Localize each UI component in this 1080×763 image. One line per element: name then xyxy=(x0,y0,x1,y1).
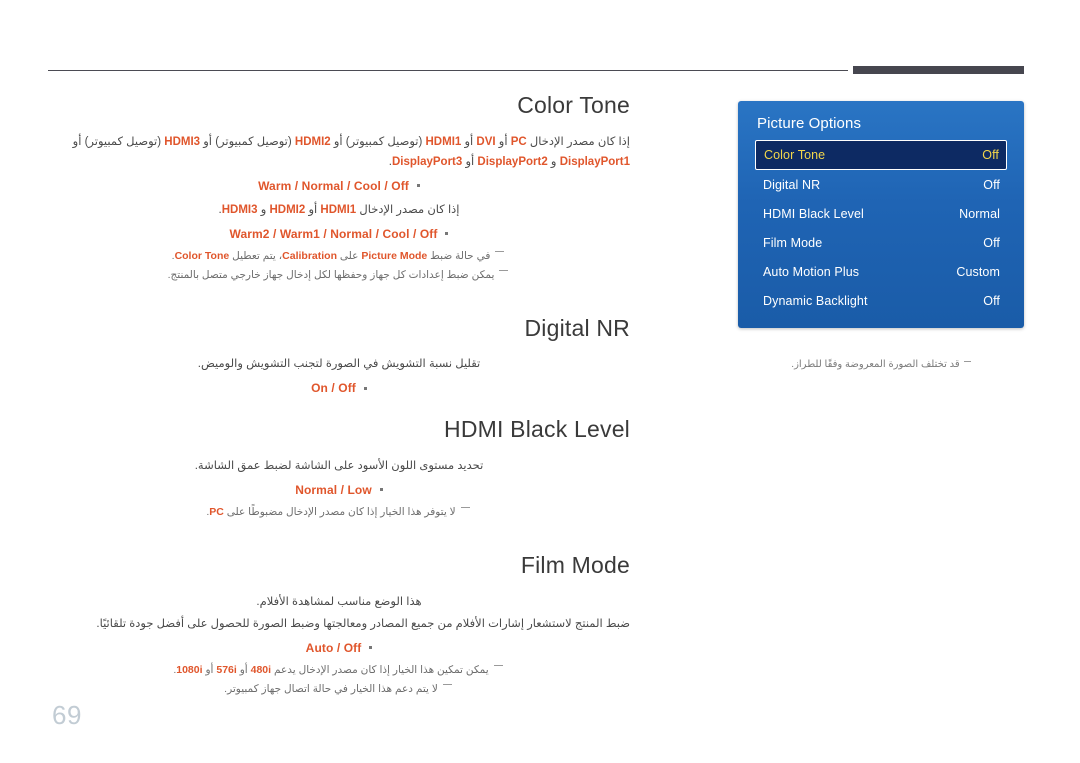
osd-picture-options-panel: Picture Options Color Tone Off Digital N… xyxy=(738,101,1024,328)
section-description: تقليل نسبة التشويش في الصورة لتجنب التشو… xyxy=(197,358,481,371)
section-note-2: يمكن ضبط إعدادات كل جهاز وحفظها لكل إدخا… xyxy=(48,267,630,285)
osd-row-film-mode[interactable]: Film Mode Off xyxy=(755,228,1007,257)
osd-row-value: Off xyxy=(983,293,1000,308)
osd-row-label: HDMI Black Level xyxy=(763,206,864,221)
osd-row-value: Off xyxy=(982,148,999,162)
bullet-icon xyxy=(445,232,449,236)
section-description: تحديد مستوى اللون الأسود على الشاشة لضبط… xyxy=(194,459,484,472)
section-note: يمكن تمكين هذا الخيار إذا كان مصدر الإدخ… xyxy=(48,662,630,680)
note-text: لا يتوفر هذا الخيار إذا كان مصدر الإدخال… xyxy=(206,506,456,519)
option-values: Auto / Off xyxy=(305,640,362,655)
note-dash-icon xyxy=(499,269,509,271)
osd-row-label: Auto Motion Plus xyxy=(763,264,860,279)
header-rule xyxy=(48,70,848,71)
option-values-line-2: Warm2 / Warm1 / Normal / Cool / Off xyxy=(48,227,630,241)
osd-panel-note: قد تختلف الصورة المعروضة وفقًا للطراز. xyxy=(738,357,1024,373)
bullet-icon xyxy=(363,386,367,390)
page-number: 69 xyxy=(52,700,82,730)
osd-row-label: Dynamic Backlight xyxy=(763,293,868,308)
section-title: Film Mode xyxy=(520,551,630,578)
section-note: في حالة ضبط Picture Mode على Calibration… xyxy=(48,248,630,266)
note-text-2: يمكن ضبط إعدادات كل جهاز وحفظها لكل إدخا… xyxy=(167,268,495,281)
osd-row-auto-motion-plus[interactable]: Auto Motion Plus Custom xyxy=(755,257,1007,286)
osd-row-color-tone[interactable]: Color Tone Off xyxy=(755,140,1007,170)
osd-row-value: Off xyxy=(983,177,1000,192)
manual-content: Color Tone إذا كان مصدر الإدخال PC أو DV… xyxy=(48,92,630,702)
osd-row-value: Off xyxy=(983,235,1000,250)
section-description-2: ضبط المنتج لاستشعار إشارات الأفلام من جم… xyxy=(96,617,630,630)
osd-row-label: Film Mode xyxy=(763,235,823,250)
section-description: إذا كان مصدر الإدخال PC أو DVI أو HDMI1 … xyxy=(72,135,630,168)
option-values-line: Normal / Low xyxy=(48,483,630,497)
osd-row-value: Normal xyxy=(959,206,1000,221)
note-dash-icon xyxy=(493,664,503,666)
option-values-line: On / Off xyxy=(48,381,630,395)
osd-panel-title: Picture Options xyxy=(757,115,862,132)
section-description-2: إذا كان مصدر الإدخال HDMI1 أو HDMI2 و HD… xyxy=(218,203,460,216)
section-note-2: لا يتم دعم هذا الخيار في حالة اتصال جهاز… xyxy=(48,681,630,699)
option-values: Warm / Normal / Cool / Off xyxy=(258,178,409,193)
osd-row-digital-nr[interactable]: Digital NR Off xyxy=(755,170,1007,199)
note-text-2: لا يتم دعم هذا الخيار في حالة اتصال جهاز… xyxy=(224,682,438,695)
osd-row-dynamic-backlight[interactable]: Dynamic Backlight Off xyxy=(755,286,1007,315)
osd-note-text: قد تختلف الصورة المعروضة وفقًا للطراز. xyxy=(791,359,960,370)
section-note: لا يتوفر هذا الخيار إذا كان مصدر الإدخال… xyxy=(48,504,630,522)
note-text: يمكن تمكين هذا الخيار إذا كان مصدر الإدخ… xyxy=(173,663,489,676)
option-values-line: Auto / Off xyxy=(48,641,630,655)
bullet-icon xyxy=(369,646,373,650)
note-dash-icon xyxy=(495,250,505,252)
section-description: هذا الوضع مناسب لمشاهدة الأفلام. xyxy=(256,595,422,608)
section-film-mode: Film Mode هذا الوضع مناسب لمشاهدة الأفلا… xyxy=(48,552,630,699)
note-text: في حالة ضبط Picture Mode على Calibration… xyxy=(171,249,491,262)
bullet-icon xyxy=(379,488,383,492)
bullet-icon xyxy=(416,184,420,188)
option-values-line: Warm / Normal / Cool / Off xyxy=(48,179,630,193)
section-title: Digital NR xyxy=(524,314,630,341)
option-values-2: Warm2 / Warm1 / Normal / Cool / Off xyxy=(229,226,438,241)
note-dash-icon xyxy=(460,507,470,509)
option-values: Normal / Low xyxy=(295,483,372,498)
section-hdmi-black-level: HDMI Black Level تحديد مستوى اللون الأسو… xyxy=(48,416,630,522)
note-dash-icon xyxy=(963,361,971,362)
osd-row-value: Custom xyxy=(956,264,1000,279)
section-title: Color Tone xyxy=(517,92,630,118)
osd-row-label: Digital NR xyxy=(763,177,821,192)
osd-row-label: Color Tone xyxy=(764,148,826,162)
osd-row-hdmi-black-level[interactable]: HDMI Black Level Normal xyxy=(755,199,1007,228)
section-title: HDMI Black Level xyxy=(444,416,630,443)
option-values: On / Off xyxy=(311,381,356,396)
note-dash-icon xyxy=(442,683,452,685)
section-digital-nr: Digital NR تقليل نسبة التشويش في الصورة … xyxy=(48,315,630,396)
header-accent-bar xyxy=(853,66,1024,74)
section-color-tone: Color Tone إذا كان مصدر الإدخال PC أو DV… xyxy=(48,92,630,285)
